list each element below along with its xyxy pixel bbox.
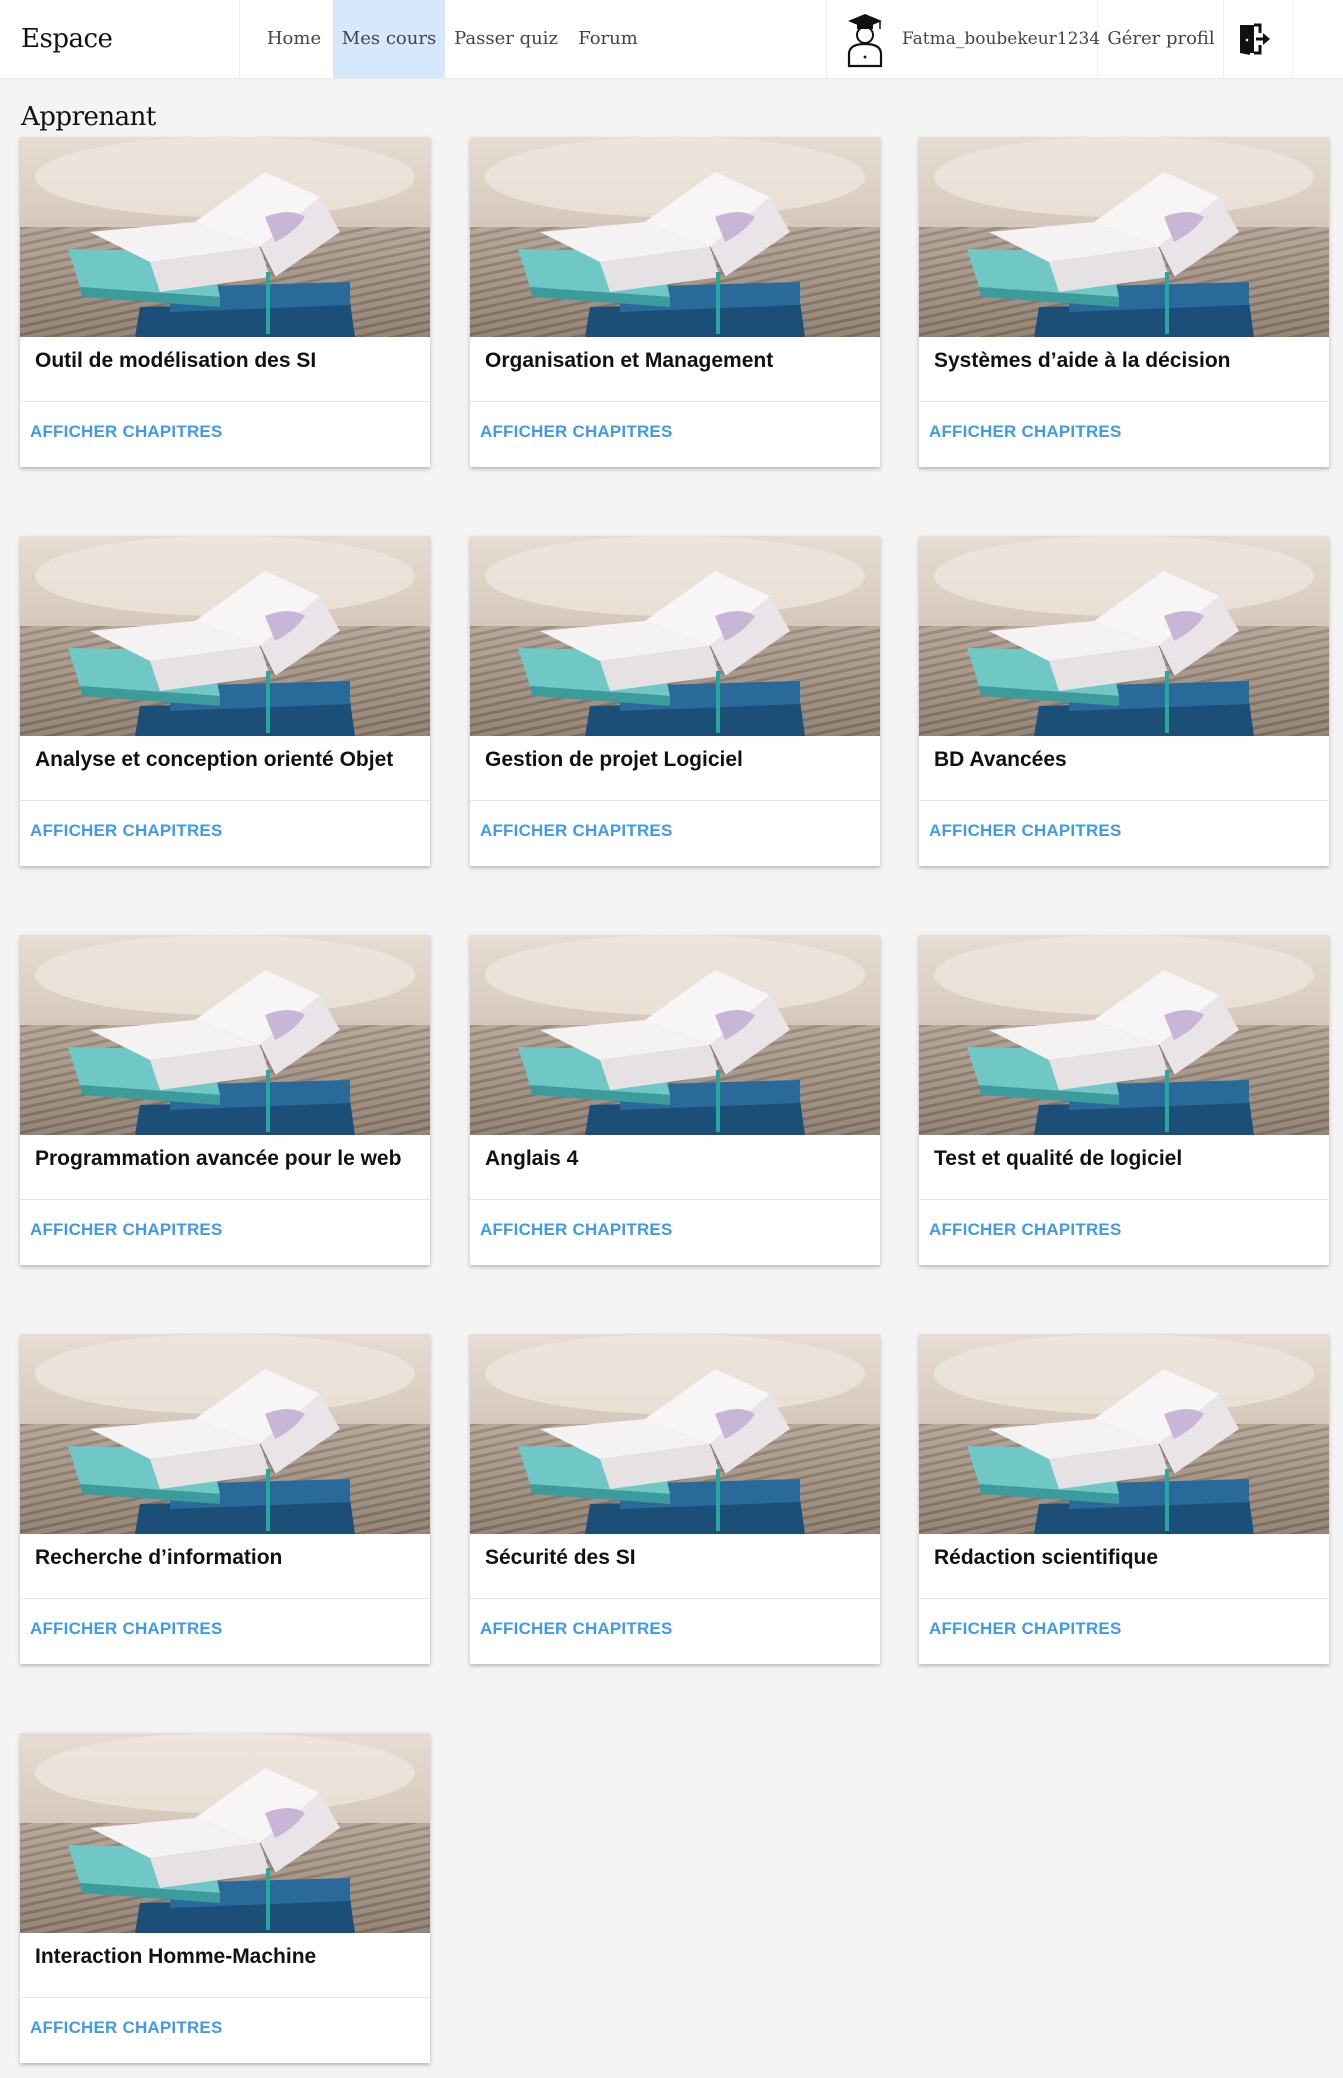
course-card[interactable]: BD Avancées AFFICHER CHAPITRES xyxy=(919,536,1329,866)
course-image xyxy=(470,137,880,337)
course-books-image xyxy=(20,1733,430,1933)
nav-mes-cours[interactable]: Mes cours xyxy=(333,0,445,78)
course-title: Systèmes d’aide à la décision xyxy=(934,349,1231,372)
card-divider xyxy=(919,1199,1329,1200)
course-image xyxy=(20,1733,430,1933)
nav-home[interactable]: Home xyxy=(255,0,333,78)
top-navbar: Espace Apprenant Home Mes cours Passer q… xyxy=(0,0,1343,132)
show-chapters-button[interactable]: AFFICHER CHAPITRES xyxy=(30,1220,223,1240)
course-card[interactable]: Interaction Homme-Machine AFFICHER CHAPIT… xyxy=(20,1733,430,2063)
course-image xyxy=(470,536,880,736)
course-card[interactable]: Anglais 4 AFFICHER CHAPITRES xyxy=(470,935,880,1265)
card-divider xyxy=(919,800,1329,801)
show-chapters-button[interactable]: AFFICHER CHAPITRES xyxy=(929,1220,1122,1240)
course-image xyxy=(20,1334,430,1534)
course-image xyxy=(470,935,880,1135)
course-card[interactable]: Outil de modélisation des SI AFFICHER CHA… xyxy=(20,137,430,467)
graduate-student-icon xyxy=(847,14,883,68)
course-image xyxy=(919,935,1329,1135)
course-title: Sécurité des SI xyxy=(485,1546,636,1569)
course-books-image xyxy=(470,935,880,1135)
course-books-image xyxy=(470,137,880,337)
course-image xyxy=(919,1334,1329,1534)
course-title: Interaction Homme-Machine xyxy=(35,1945,317,1968)
course-card[interactable]: Gestion de projet Logiciel AFFICHER CHAPI… xyxy=(470,536,880,866)
course-books-image xyxy=(20,1334,430,1534)
course-card[interactable]: Analyse et conception orienté Objet AFFIC… xyxy=(20,536,430,866)
course-image xyxy=(919,137,1329,337)
course-image xyxy=(20,935,430,1135)
course-books-image xyxy=(919,935,1329,1135)
show-chapters-button[interactable]: AFFICHER CHAPITRES xyxy=(30,2018,223,2038)
card-divider xyxy=(470,1598,880,1599)
course-card[interactable]: Systèmes d’aide à la décision AFFICHER CH… xyxy=(919,137,1329,467)
course-title: Rédaction scientifique xyxy=(934,1546,1159,1569)
course-title: Test et qualité de logiciel xyxy=(934,1147,1183,1170)
course-title: Analyse et conception orienté Objet xyxy=(35,748,394,771)
course-card[interactable]: Programmation avancée pour le web AFFICHE… xyxy=(20,935,430,1265)
show-chapters-button[interactable]: AFFICHER CHAPITRES xyxy=(480,1220,673,1240)
course-title: Anglais 4 xyxy=(485,1147,579,1170)
course-card[interactable]: Recherche d’information AFFICHER CHAPITRE… xyxy=(20,1334,430,1664)
card-divider xyxy=(20,1598,430,1599)
course-title: Programmation avancée pour le web xyxy=(35,1147,402,1170)
course-books-image xyxy=(20,137,430,337)
card-divider xyxy=(20,401,430,402)
logout-icon[interactable] xyxy=(1238,22,1272,56)
card-divider xyxy=(20,800,430,801)
show-chapters-button[interactable]: AFFICHER CHAPITRES xyxy=(30,422,223,442)
course-books-image xyxy=(470,536,880,736)
course-image xyxy=(20,137,430,337)
course-image xyxy=(919,536,1329,736)
card-divider xyxy=(470,800,880,801)
course-books-image xyxy=(470,1334,880,1534)
course-image xyxy=(20,536,430,736)
course-image xyxy=(470,1334,880,1534)
manage-profile-link[interactable]: Gérer profil xyxy=(1100,0,1222,78)
card-divider xyxy=(919,401,1329,402)
course-card[interactable]: Sécurité des SI AFFICHER CHAPITRES xyxy=(470,1334,880,1664)
course-title: BD Avancées xyxy=(934,748,1067,771)
course-books-image xyxy=(20,935,430,1135)
card-divider xyxy=(20,1997,430,1998)
show-chapters-button[interactable]: AFFICHER CHAPITRES xyxy=(929,821,1122,841)
show-chapters-button[interactable]: AFFICHER CHAPITRES xyxy=(480,821,673,841)
show-chapters-button[interactable]: AFFICHER CHAPITRES xyxy=(929,422,1122,442)
card-divider xyxy=(919,1598,1329,1599)
show-chapters-button[interactable]: AFFICHER CHAPITRES xyxy=(929,1619,1122,1639)
course-card[interactable]: Rédaction scientifique AFFICHER CHAPITRES xyxy=(919,1334,1329,1664)
course-title: Organisation et Management xyxy=(485,349,774,372)
course-books-image xyxy=(919,137,1329,337)
course-books-image xyxy=(919,536,1329,736)
card-divider xyxy=(20,1199,430,1200)
show-chapters-button[interactable]: AFFICHER CHAPITRES xyxy=(480,422,673,442)
card-divider xyxy=(470,401,880,402)
brand-title[interactable]: Espace Apprenant xyxy=(0,0,240,132)
course-card[interactable]: Test et qualité de logiciel AFFICHER CHAP… xyxy=(919,935,1329,1265)
card-divider xyxy=(470,1199,880,1200)
course-card[interactable]: Organisation et Management AFFICHER CHAPI… xyxy=(470,137,880,467)
nav-passer-quiz[interactable]: Passer quiz xyxy=(450,0,562,78)
username[interactable]: Fatma_boubekeur1234 xyxy=(902,0,1100,78)
course-books-image xyxy=(919,1334,1329,1534)
show-chapters-button[interactable]: AFFICHER CHAPITRES xyxy=(480,1619,673,1639)
course-title: Outil de modélisation des SI xyxy=(35,349,317,372)
course-title: Recherche d’information xyxy=(35,1546,283,1569)
nav-forum[interactable]: Forum xyxy=(570,0,646,78)
course-title: Gestion de projet Logiciel xyxy=(485,748,743,771)
show-chapters-button[interactable]: AFFICHER CHAPITRES xyxy=(30,821,223,841)
course-books-image xyxy=(20,536,430,736)
show-chapters-button[interactable]: AFFICHER CHAPITRES xyxy=(30,1619,223,1639)
